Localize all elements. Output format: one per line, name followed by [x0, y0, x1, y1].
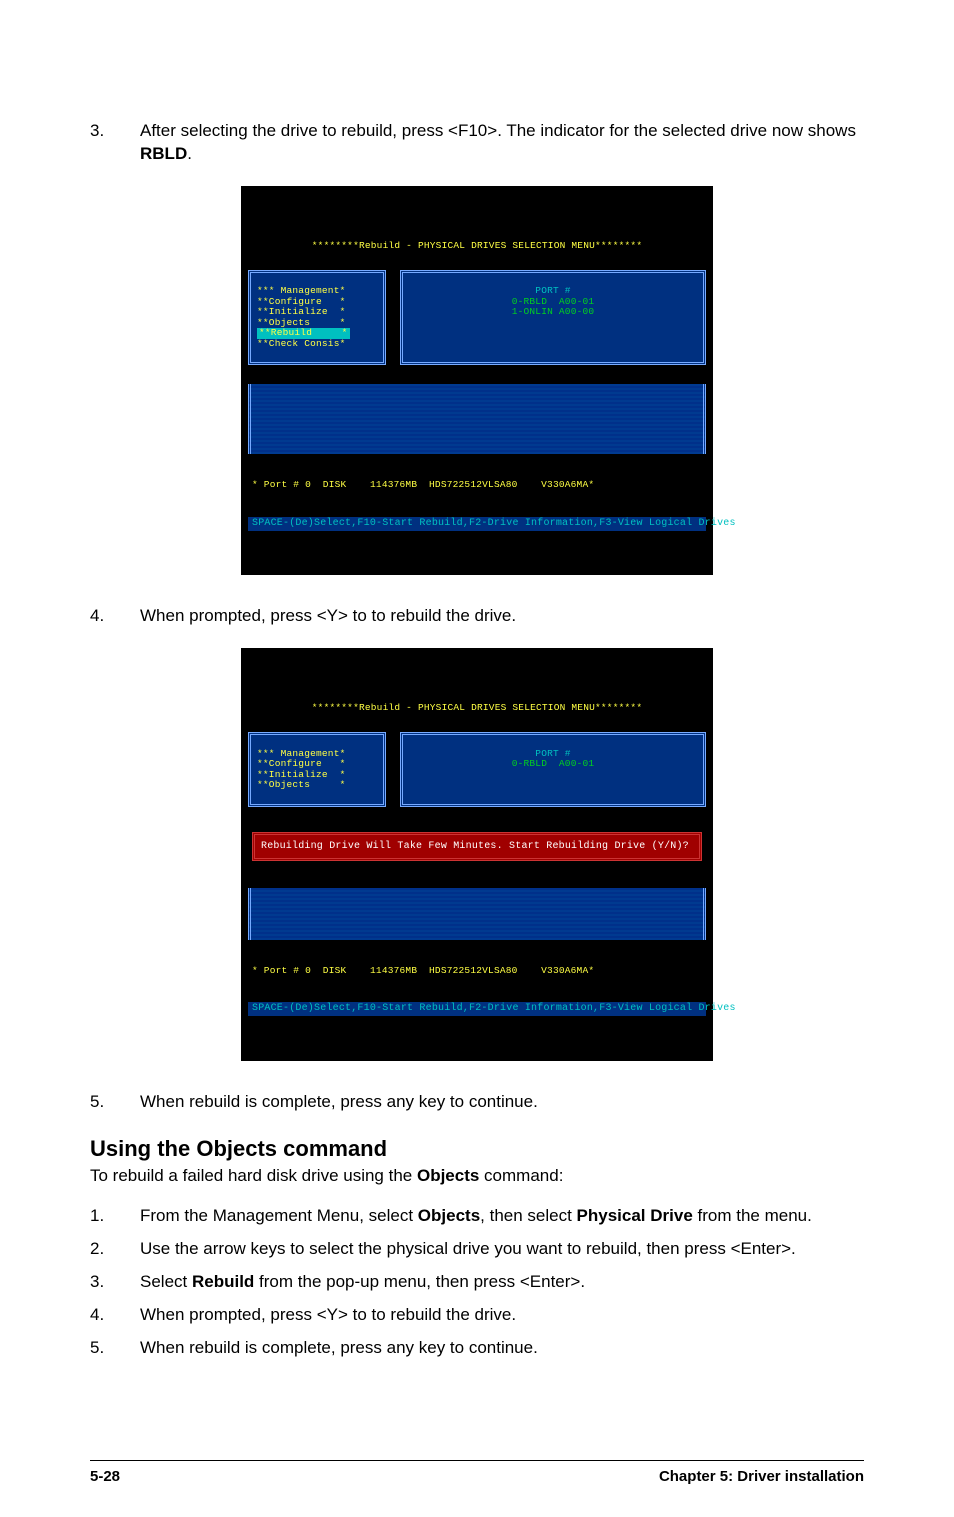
dos-footer-line: SPACE-(De)Select,F10-Start Rebuild,F2-Dr…	[248, 517, 706, 531]
s1d: from the menu.	[693, 1206, 812, 1225]
step-body: When prompted, press <Y> to to rebuild t…	[140, 605, 864, 628]
dos-body-bg	[248, 384, 706, 454]
panel-head: PORT #	[535, 748, 570, 759]
page-footer: 5-28 Chapter 5: Driver installation	[90, 1460, 864, 1487]
dos-body-bg	[248, 888, 706, 940]
menu-head: *** Management*	[257, 748, 346, 759]
step-number: 2.	[90, 1238, 140, 1261]
dos-status-line: * Port # 0 DISK 114376MB HDS722512VLSA80…	[248, 478, 706, 493]
step-body: Select Rebuild from the pop-up menu, the…	[140, 1271, 864, 1294]
section-intro: To rebuild a failed hard disk drive usin…	[90, 1165, 864, 1188]
s1b2: Physical Drive	[577, 1206, 693, 1225]
menu-item: **Objects *	[257, 779, 346, 790]
panel-line: 1-ONLIN A00-00	[512, 306, 595, 317]
dos-screenshot-2: ********Rebuild - PHYSICAL DRIVES SELECT…	[241, 648, 713, 1060]
intro-before: To rebuild a failed hard disk drive usin…	[90, 1166, 417, 1185]
step-body: When rebuild is complete, press any key …	[140, 1091, 864, 1114]
menu-item: **Check Consis*	[257, 338, 346, 349]
step-body: From the Management Menu, select Objects…	[140, 1205, 864, 1228]
s1c: , then select	[480, 1206, 576, 1225]
dos-title: ********Rebuild - PHYSICAL DRIVES SELECT…	[248, 241, 706, 251]
intro-bold: Objects	[417, 1166, 479, 1185]
menu-item: **Initialize *	[257, 306, 346, 317]
menu-item: **Configure *	[257, 758, 346, 769]
step-body: When prompted, press <Y> to to rebuild t…	[140, 1304, 864, 1327]
page-number: 5-28	[90, 1467, 120, 1487]
dos-menu: *** Management* **Configure * **Initiali…	[248, 732, 386, 807]
s1a: From the Management Menu, select	[140, 1206, 418, 1225]
step3-text: After selecting the drive to rebuild, pr…	[140, 121, 856, 140]
step-number: 4.	[90, 605, 140, 628]
dos-status-line: * Port # 0 DISK 114376MB HDS722512VLSA80…	[248, 964, 706, 979]
dos-menu: *** Management* **Configure * **Initiali…	[248, 270, 386, 366]
menu-item: **Initialize *	[257, 769, 346, 780]
rbld-label: RBLD	[140, 144, 187, 163]
panel-line: 0-RBLD A00-01	[512, 296, 595, 307]
panel-head: PORT #	[535, 285, 570, 296]
panel-line: 0-RBLD A00-01	[512, 758, 595, 769]
intro-after: command:	[479, 1166, 563, 1185]
dos-footer-line: SPACE-(De)Select,F10-Start Rebuild,F2-Dr…	[248, 1002, 706, 1016]
chapter-label: Chapter 5: Driver installation	[659, 1467, 864, 1487]
step-number: 5.	[90, 1091, 140, 1114]
s1b1: Objects	[418, 1206, 480, 1225]
dos-title: ********Rebuild - PHYSICAL DRIVES SELECT…	[248, 703, 706, 713]
menu-item: **Objects *	[257, 317, 346, 328]
step-body: After selecting the drive to rebuild, pr…	[140, 120, 864, 166]
dos-screenshot-1: ********Rebuild - PHYSICAL DRIVES SELECT…	[241, 186, 713, 575]
dos-port-panel: PORT # 0-RBLD A00-01 1-ONLIN A00-00	[400, 270, 706, 366]
step-number: 4.	[90, 1304, 140, 1327]
s3c: from the pop-up menu, then press <Enter>…	[254, 1272, 585, 1291]
step-body: When rebuild is complete, press any key …	[140, 1337, 864, 1360]
rebuild-prompt-banner: Rebuilding Drive Will Take Few Minutes. …	[252, 832, 702, 861]
s3a: Select	[140, 1272, 192, 1291]
section-heading: Using the Objects command	[90, 1134, 864, 1164]
step-number: 1.	[90, 1205, 140, 1228]
step-number: 3.	[90, 120, 140, 166]
menu-item: **Configure *	[257, 296, 346, 307]
menu-head: *** Management*	[257, 285, 346, 296]
step-number: 3.	[90, 1271, 140, 1294]
step3-period: .	[187, 144, 192, 163]
step-number: 5.	[90, 1337, 140, 1360]
dos-port-panel: PORT # 0-RBLD A00-01	[400, 732, 706, 807]
step-body: Use the arrow keys to select the physica…	[140, 1238, 864, 1261]
s3b: Rebuild	[192, 1272, 254, 1291]
